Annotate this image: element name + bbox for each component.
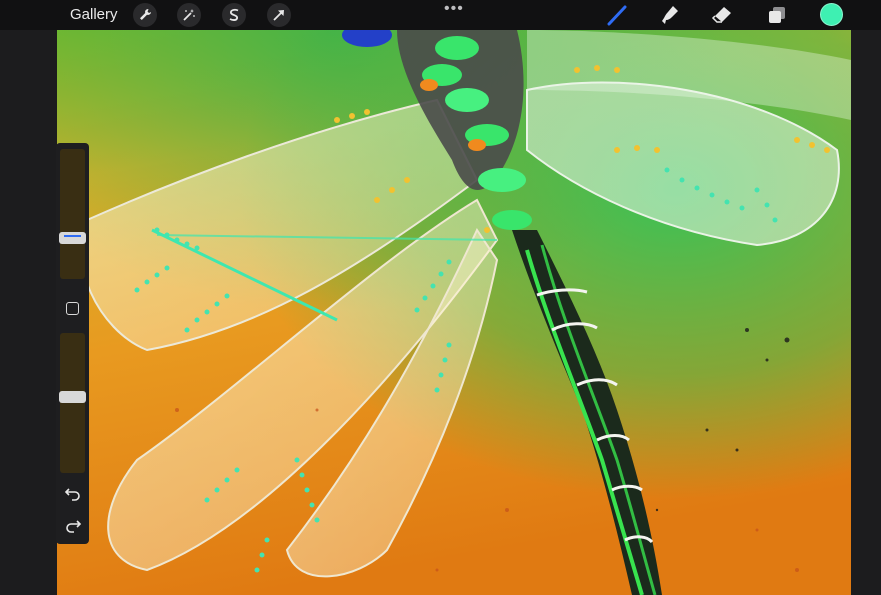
canvas-margin <box>851 30 881 595</box>
more-options-icon[interactable]: ••• <box>444 0 464 18</box>
top-toolbar: Gallery ••• <box>0 0 881 30</box>
opacity-slider[interactable] <box>59 333 86 473</box>
redo-icon[interactable] <box>64 517 82 533</box>
gallery-button[interactable]: Gallery <box>70 6 118 23</box>
selection-icon[interactable] <box>222 3 246 27</box>
brush-size-slider[interactable] <box>59 149 86 279</box>
wrench-icon[interactable] <box>133 3 157 27</box>
size-handle-mark <box>64 235 81 237</box>
dragonfly-artwork <box>57 30 851 595</box>
modify-button[interactable] <box>66 302 79 315</box>
undo-icon[interactable] <box>64 485 82 501</box>
magic-wand-icon[interactable] <box>177 3 201 27</box>
brush-size-handle[interactable] <box>59 232 86 244</box>
smudge-icon[interactable] <box>657 3 683 27</box>
color-picker-button[interactable] <box>820 3 843 26</box>
eraser-icon[interactable] <box>709 3 735 27</box>
drawing-canvas[interactable] <box>57 30 851 595</box>
layers-icon[interactable] <box>764 3 790 27</box>
transform-arrow-icon[interactable] <box>267 3 291 27</box>
brush-icon[interactable] <box>604 3 630 27</box>
brush-sidebar <box>56 143 89 544</box>
opacity-handle[interactable] <box>59 391 86 403</box>
